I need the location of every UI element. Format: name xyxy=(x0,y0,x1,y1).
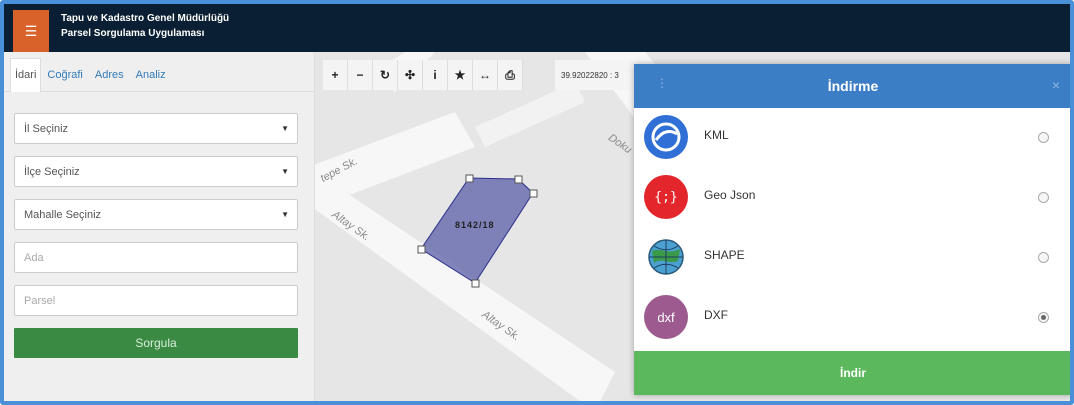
geojson-icon: {;} xyxy=(644,175,688,219)
option-label: SHAPE xyxy=(704,248,745,262)
map-toolbar: + − ↻ ✣ i ★ ↔ ⎙ xyxy=(323,60,523,90)
print-icon[interactable]: ⎙ xyxy=(498,60,523,90)
format-option-kml[interactable]: KML xyxy=(634,108,1070,166)
tab-analiz[interactable]: Analiz xyxy=(130,69,172,91)
coordinate-readout: 39.92022820 : 3 xyxy=(555,60,635,90)
option-label: KML xyxy=(704,128,729,142)
shape-radio[interactable] xyxy=(1038,252,1049,263)
locate-icon[interactable]: ✣ xyxy=(398,60,423,90)
dialog-header: ⋮ İndirme × xyxy=(634,64,1070,108)
zoom-out-icon[interactable]: − xyxy=(348,60,373,90)
dialog-title: İndirme xyxy=(827,78,879,94)
province-select-value: İl Seçiniz xyxy=(24,122,69,135)
hamburger-icon[interactable]: ☰ xyxy=(13,10,49,52)
ada-input[interactable]: Ada xyxy=(14,242,298,273)
option-label: Geo Json xyxy=(704,188,756,202)
query-panel: İdari Coğrafi Adres Analiz İl Seçiniz ▼ … xyxy=(4,52,315,401)
query-tabs: İdari Coğrafi Adres Analiz xyxy=(4,52,314,92)
app-name: Parsel Sorgulama Uygulaması xyxy=(61,28,205,39)
app-window: ☰ Tapu ve Kadastro Genel Müdürlüğü Parse… xyxy=(0,0,1074,405)
neighborhood-select-value: Mahalle Seçiniz xyxy=(24,208,102,221)
query-button[interactable]: Sorgula xyxy=(14,328,298,358)
format-option-shape[interactable]: SHAPE xyxy=(634,228,1070,286)
format-option-geojson[interactable]: {;} Geo Json xyxy=(634,168,1070,226)
province-select[interactable]: İl Seçiniz ▼ xyxy=(14,113,298,144)
parsel-input[interactable]: Parsel xyxy=(14,285,298,316)
dxf-radio[interactable] xyxy=(1038,312,1049,323)
tab-adres[interactable]: Adres xyxy=(89,69,130,91)
measure-icon[interactable]: ↔ xyxy=(473,60,498,90)
download-button[interactable]: İndir xyxy=(634,351,1070,395)
parcel-label: 8142/18 xyxy=(455,220,495,230)
star-icon[interactable]: ★ xyxy=(448,60,473,90)
neighborhood-select[interactable]: Mahalle Seçiniz ▼ xyxy=(14,199,298,230)
info-icon[interactable]: i xyxy=(423,60,448,90)
globe-icon xyxy=(644,235,688,279)
tab-idari[interactable]: İdari xyxy=(10,58,42,92)
download-dialog: ⋮ İndirme × KML {;} Geo Json SHAPE dxf D… xyxy=(634,64,1070,395)
tab-cografi[interactable]: Coğrafi xyxy=(41,69,88,91)
app-title: Tapu ve Kadastro Genel Müdürlüğü Parsel … xyxy=(61,11,229,41)
caret-down-icon: ▼ xyxy=(281,210,289,219)
caret-down-icon: ▼ xyxy=(281,124,289,133)
agency-name: Tapu ve Kadastro Genel Müdürlüğü xyxy=(61,13,230,24)
format-option-dxf[interactable]: dxf DXF xyxy=(634,288,1070,346)
kml-radio[interactable] xyxy=(1038,132,1049,143)
app-header: ☰ Tapu ve Kadastro Genel Müdürlüğü Parse… xyxy=(4,4,1070,52)
geojson-radio[interactable] xyxy=(1038,192,1049,203)
district-select-value: İlçe Seçiniz xyxy=(24,165,80,178)
refresh-icon[interactable]: ↻ xyxy=(373,60,398,90)
caret-down-icon: ▼ xyxy=(281,167,289,176)
close-icon[interactable]: × xyxy=(1052,77,1060,93)
district-select[interactable]: İlçe Seçiniz ▼ xyxy=(14,156,298,187)
zoom-in-icon[interactable]: + xyxy=(323,60,348,90)
option-label: DXF xyxy=(704,308,728,322)
dxf-icon: dxf xyxy=(644,295,688,339)
google-earth-icon xyxy=(644,115,688,159)
